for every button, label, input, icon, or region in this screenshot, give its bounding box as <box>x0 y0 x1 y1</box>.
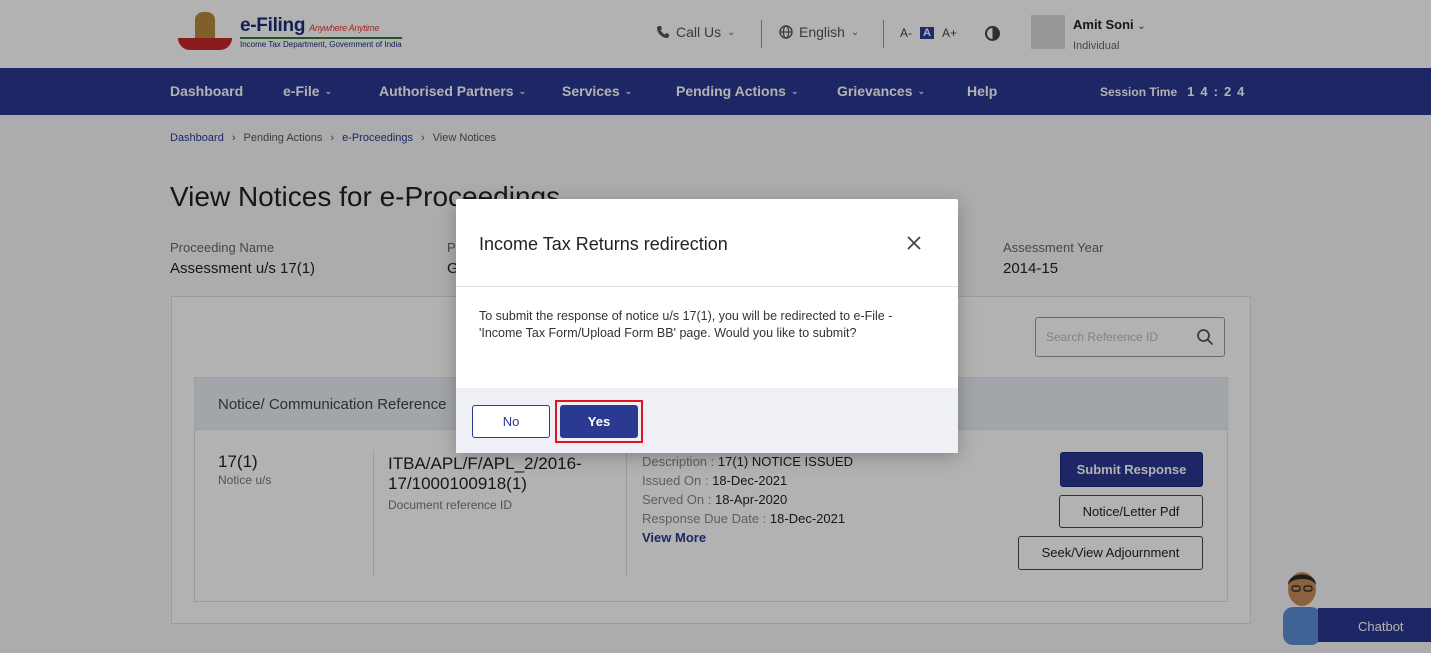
close-icon[interactable] <box>904 233 924 253</box>
dialog-title: Income Tax Returns redirection <box>479 234 728 254</box>
dialog-footer: No Yes <box>456 388 958 453</box>
redirection-dialog: Income Tax Returns redirection To submit… <box>456 199 958 453</box>
yes-button[interactable]: Yes <box>560 405 638 438</box>
dialog-message: To submit the response of notice u/s 17(… <box>479 309 893 340</box>
no-button[interactable]: No <box>472 405 550 438</box>
dialog-divider <box>456 286 958 287</box>
